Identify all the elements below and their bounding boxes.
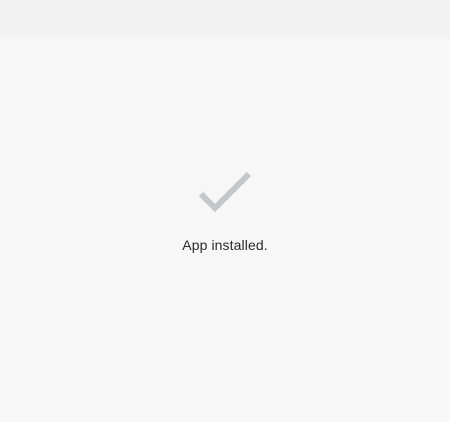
app-bar xyxy=(0,0,450,37)
main-content xyxy=(0,37,450,422)
check-icon xyxy=(198,171,252,213)
status-message: App installed. xyxy=(182,237,268,253)
